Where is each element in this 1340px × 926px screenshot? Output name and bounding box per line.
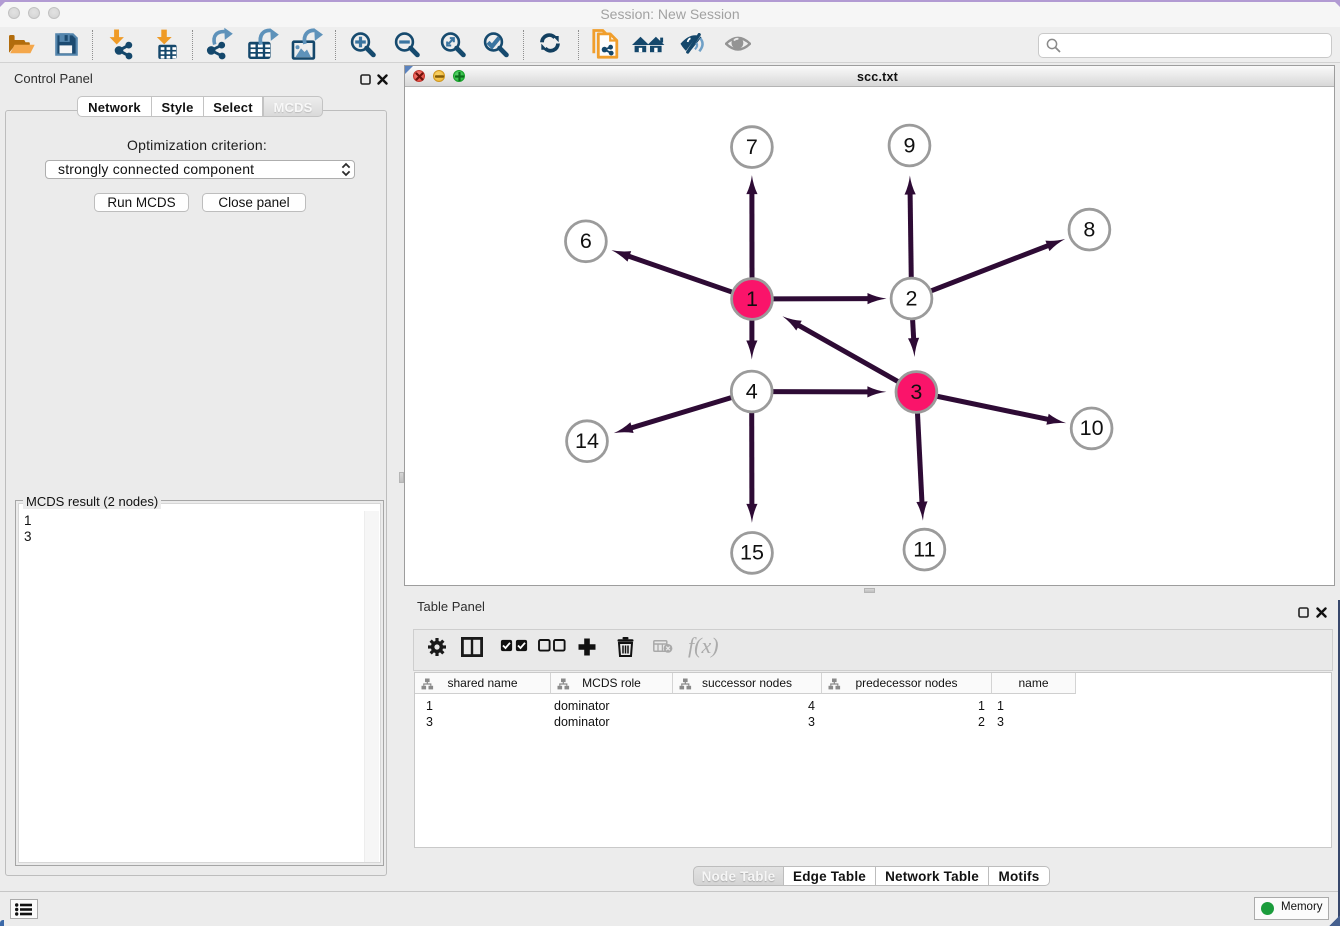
svg-text:9: 9: [904, 133, 916, 157]
svg-text:15: 15: [740, 541, 764, 565]
svg-text:6: 6: [580, 229, 592, 253]
svg-text:1: 1: [746, 287, 758, 311]
svg-text:2: 2: [906, 286, 918, 310]
svg-text:8: 8: [1083, 217, 1095, 241]
svg-text:4: 4: [746, 379, 758, 403]
svg-text:7: 7: [746, 135, 758, 159]
svg-text:11: 11: [913, 537, 935, 561]
svg-text:10: 10: [1080, 416, 1104, 440]
svg-text:14: 14: [575, 429, 599, 453]
svg-text:3: 3: [910, 380, 922, 404]
